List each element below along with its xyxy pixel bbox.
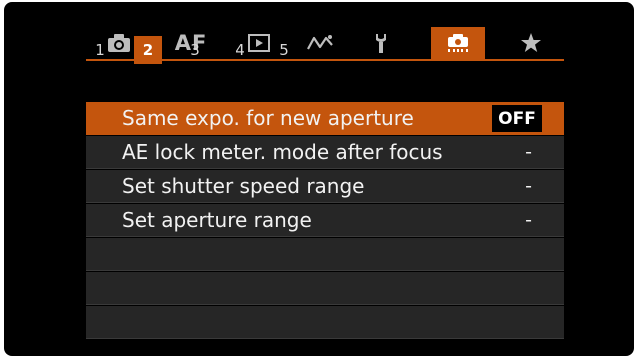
- wrench-icon: [371, 32, 391, 54]
- subtab-label: 1: [95, 41, 105, 59]
- menu-item-label: Same expo. for new aperture: [122, 106, 414, 130]
- menu-item-same-expo[interactable]: Same expo. for new aperture OFF: [86, 102, 564, 135]
- tab-setup[interactable]: [354, 27, 408, 59]
- menu-item-label: AE lock meter. mode after focus: [122, 140, 443, 164]
- subtab-3[interactable]: 3: [181, 36, 209, 64]
- tab-custom-functions[interactable]: [431, 27, 485, 59]
- wireless-icon: [306, 33, 334, 53]
- subtab-label: 4: [235, 41, 245, 59]
- subtab-label: 3: [190, 41, 200, 59]
- menu-item-label: Set aperture range: [122, 208, 312, 232]
- menu-item-empty: [86, 238, 564, 271]
- tab-wireless[interactable]: [293, 27, 347, 59]
- tab-my-menu[interactable]: [504, 27, 558, 59]
- subtab-label: 5: [279, 41, 289, 59]
- star-icon: [520, 32, 542, 54]
- subtab-4[interactable]: 4: [226, 36, 254, 64]
- menu-item-empty: [86, 306, 564, 339]
- subtab-2[interactable]: 2: [134, 36, 162, 64]
- custom-functions-icon: [445, 32, 471, 54]
- subtab-1[interactable]: 1: [86, 36, 114, 64]
- menu-item-empty: [86, 272, 564, 305]
- menu-item-label: Set shutter speed range: [122, 174, 365, 198]
- subtab-5[interactable]: 5: [270, 36, 298, 64]
- menu-item-ae-lock-meter[interactable]: AE lock meter. mode after focus -: [86, 136, 564, 169]
- menu-item-value: -: [525, 175, 532, 197]
- camera-menu-screen: AF 1 2 3 4 5 Same expo. for new aperture…: [4, 2, 634, 356]
- menu-item-value: -: [525, 141, 532, 163]
- menu-item-value: -: [525, 209, 532, 231]
- menu-item-shutter-speed-range[interactable]: Set shutter speed range -: [86, 170, 564, 203]
- menu-item-value: OFF: [492, 105, 542, 132]
- menu-item-aperture-range[interactable]: Set aperture range -: [86, 204, 564, 237]
- subtab-label: 2: [142, 41, 154, 59]
